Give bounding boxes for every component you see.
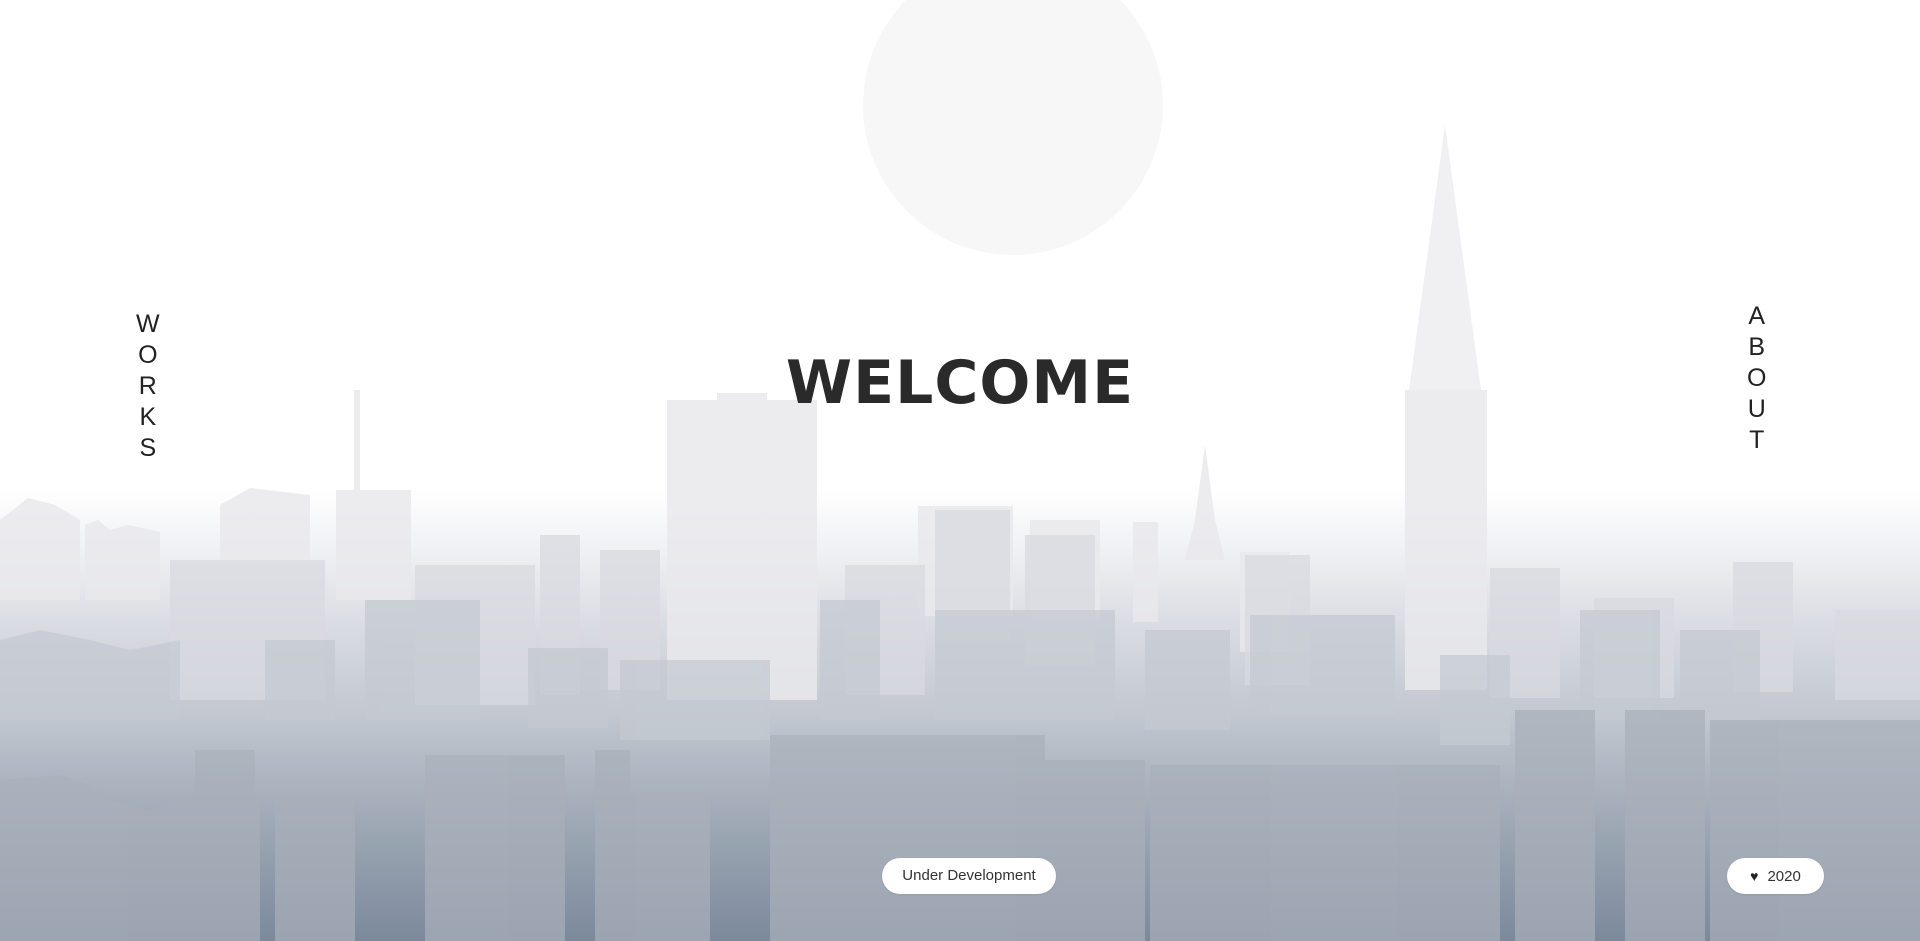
nav-works-letter: W [136,310,160,338]
nav-about-letter: A [1748,302,1766,330]
nav-about-letter: T [1749,426,1765,454]
moon-shape [863,0,1163,255]
year-label: 2020 [1767,868,1801,885]
status-label: Under Development [902,867,1036,884]
under-development-badge: Under Development [882,858,1056,894]
city-skyline-background [0,0,1920,941]
page: W O R K S A B O U T WELCOME Under Develo… [0,0,1920,941]
heart-icon: ♥ [1750,868,1759,884]
skyline-foreground-layer [0,710,1920,941]
welcome-title: WELCOME [785,348,1135,418]
nav-works-letter: S [139,434,157,462]
year-badge: ♥ 2020 [1727,858,1824,894]
